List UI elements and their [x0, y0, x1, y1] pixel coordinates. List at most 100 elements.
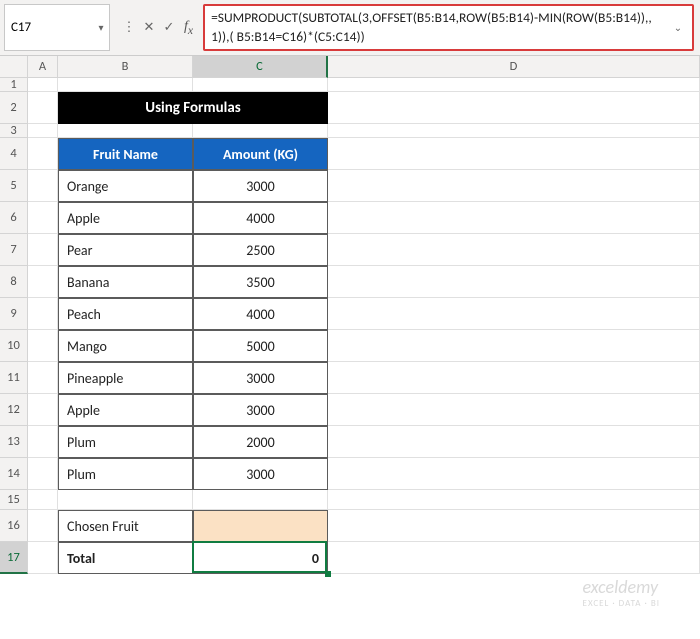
cell[interactable] — [28, 362, 58, 394]
table-header-amount: Amount (KG) — [193, 138, 328, 170]
table-cell-amount[interactable]: 5000 — [193, 330, 328, 362]
cell[interactable] — [28, 394, 58, 426]
cell[interactable] — [28, 542, 58, 574]
name-box[interactable] — [5, 18, 93, 37]
select-all-corner[interactable] — [0, 56, 28, 78]
table-cell-fruit[interactable]: Plum — [58, 458, 193, 490]
formula-input[interactable]: =SUMPRODUCT(SUBTOTAL(3,OFFSET(B5:B14,ROW… — [211, 9, 670, 45]
cell[interactable] — [328, 490, 700, 510]
cell[interactable] — [28, 510, 58, 542]
cell[interactable] — [328, 234, 700, 266]
cell[interactable] — [28, 170, 58, 202]
name-box-dropdown-icon[interactable]: ▾ — [93, 21, 109, 34]
watermark: exceldemy EXCEL · DATA · BI — [583, 576, 660, 609]
cell[interactable] — [28, 426, 58, 458]
row-header[interactable]: 9 — [0, 298, 28, 330]
chosen-fruit-label[interactable]: Chosen Fruit — [58, 510, 193, 542]
chosen-fruit-value[interactable] — [193, 510, 328, 542]
cell[interactable] — [28, 124, 58, 138]
row-header[interactable]: 10 — [0, 330, 28, 362]
cell[interactable] — [328, 542, 700, 574]
table-cell-amount[interactable]: 3000 — [193, 394, 328, 426]
cell[interactable] — [328, 458, 700, 490]
fx-icon[interactable]: fx — [180, 19, 197, 37]
cell[interactable] — [328, 330, 700, 362]
row-header[interactable]: 14 — [0, 458, 28, 490]
cell[interactable] — [28, 138, 58, 170]
cell[interactable] — [328, 298, 700, 330]
table-cell-amount[interactable]: 2500 — [193, 234, 328, 266]
table-cell-amount[interactable]: 3000 — [193, 170, 328, 202]
cell[interactable] — [28, 266, 58, 298]
cell[interactable] — [28, 202, 58, 234]
cell[interactable] — [58, 78, 193, 92]
name-box-container: ▾ — [4, 4, 110, 51]
enter-icon[interactable]: ✓ — [160, 20, 178, 35]
row-header[interactable]: 12 — [0, 394, 28, 426]
cell[interactable] — [328, 202, 700, 234]
cell[interactable] — [28, 234, 58, 266]
cell[interactable] — [193, 78, 328, 92]
cell[interactable] — [328, 362, 700, 394]
cell[interactable] — [328, 138, 700, 170]
col-header-b[interactable]: B — [58, 56, 193, 78]
table-cell-fruit[interactable]: Mango — [58, 330, 193, 362]
table-cell-fruit[interactable]: Apple — [58, 202, 193, 234]
cell[interactable] — [28, 490, 58, 510]
row-header[interactable]: 7 — [0, 234, 28, 266]
table-cell-fruit[interactable]: Plum — [58, 426, 193, 458]
formula-buttons: ⋮ ✕ ✓ fx — [116, 0, 201, 55]
row-header[interactable]: 4 — [0, 138, 28, 170]
row-header[interactable]: 5 — [0, 170, 28, 202]
cell[interactable] — [328, 124, 700, 138]
table-cell-amount[interactable]: 3500 — [193, 266, 328, 298]
formula-expand-icon[interactable]: ⌄ — [670, 21, 686, 34]
cell[interactable] — [328, 92, 700, 124]
cell[interactable] — [328, 170, 700, 202]
cancel-icon[interactable]: ✕ — [140, 20, 158, 35]
cell[interactable] — [328, 426, 700, 458]
row-header[interactable]: 13 — [0, 426, 28, 458]
row-header[interactable]: 17 — [0, 542, 28, 574]
cell[interactable] — [193, 490, 328, 510]
col-header-d[interactable]: D — [328, 56, 700, 78]
row-header[interactable]: 16 — [0, 510, 28, 542]
table-cell-amount[interactable]: 4000 — [193, 298, 328, 330]
table-cell-fruit[interactable]: Pear — [58, 234, 193, 266]
cell[interactable] — [28, 92, 58, 124]
row-header[interactable]: 6 — [0, 202, 28, 234]
cell[interactable] — [28, 78, 58, 92]
cell[interactable] — [28, 458, 58, 490]
table-cell-amount[interactable]: 3000 — [193, 362, 328, 394]
col-header-c[interactable]: C — [193, 56, 328, 78]
cell[interactable] — [58, 490, 193, 510]
total-label[interactable]: Total — [58, 542, 193, 574]
col-header-a[interactable]: A — [28, 56, 58, 78]
table-cell-fruit[interactable]: Apple — [58, 394, 193, 426]
watermark-sub: EXCEL · DATA · BI — [583, 598, 660, 609]
table-cell-amount[interactable]: 4000 — [193, 202, 328, 234]
table-cell-fruit[interactable]: Pineapple — [58, 362, 193, 394]
row-header[interactable]: 11 — [0, 362, 28, 394]
cell[interactable] — [328, 266, 700, 298]
cell[interactable] — [58, 124, 193, 138]
cell[interactable] — [328, 78, 700, 92]
cell[interactable] — [193, 124, 328, 138]
cell[interactable] — [328, 394, 700, 426]
table-cell-fruit[interactable]: Peach — [58, 298, 193, 330]
table-cell-fruit[interactable]: Orange — [58, 170, 193, 202]
table-cell-amount[interactable]: 2000 — [193, 426, 328, 458]
row-header[interactable]: 15 — [0, 490, 28, 510]
cell[interactable] — [28, 298, 58, 330]
row-header[interactable]: 3 — [0, 124, 28, 138]
table-cell-amount[interactable]: 3000 — [193, 458, 328, 490]
row-header[interactable]: 2 — [0, 92, 28, 124]
row-header[interactable]: 1 — [0, 78, 28, 92]
watermark-main: exceldemy — [583, 576, 659, 598]
cell[interactable] — [328, 510, 700, 542]
cell[interactable] — [28, 330, 58, 362]
table-cell-fruit[interactable]: Banana — [58, 266, 193, 298]
row-header[interactable]: 8 — [0, 266, 28, 298]
total-value-cell[interactable]: 0 — [193, 542, 328, 574]
formula-input-container: =SUMPRODUCT(SUBTOTAL(3,OFFSET(B5:B14,ROW… — [203, 4, 694, 51]
